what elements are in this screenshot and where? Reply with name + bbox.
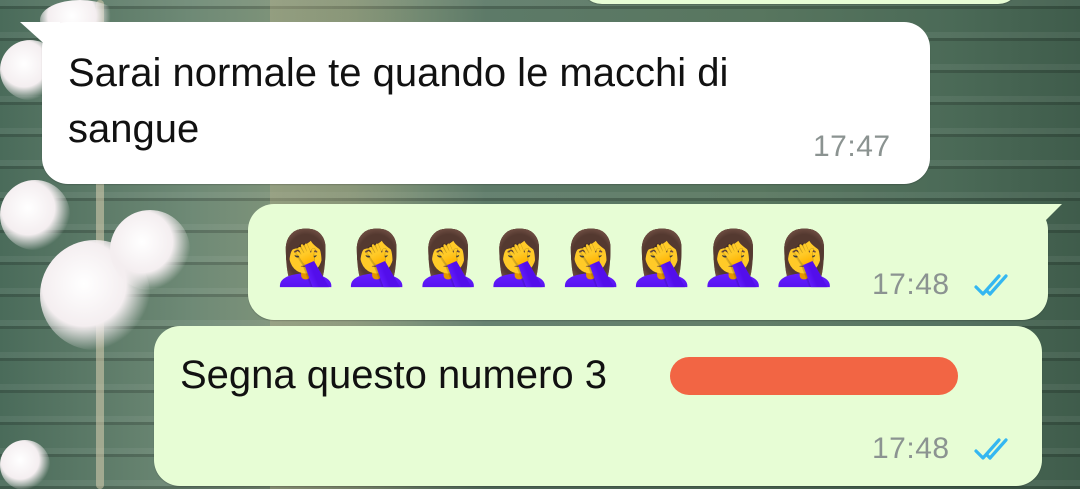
double-check-icon [974,274,1008,296]
outgoing-message-bubble[interactable]: 🤦‍♀️🤦‍♀️🤦‍♀️🤦‍♀️🤦‍♀️🤦‍♀️🤦‍♀️🤦‍♀️ 17:48 [248,204,1048,320]
outgoing-bubble-tail [1020,204,1062,242]
outgoing-message-bubble[interactable]: Segna questo numero 3 17:48 [154,326,1042,486]
message-timestamp: 17:47 [813,130,891,163]
facepalm-emoji: 🤦‍♀️ [699,226,771,289]
message-timestamp: 17:48 [872,268,950,301]
previous-message-bubble[interactable] [580,0,1020,4]
incoming-message-bubble[interactable]: Sarai normale te quando le macchi di san… [42,22,930,184]
wallpaper-blossom [0,180,70,250]
facepalm-emoji: 🤦‍♀️ [272,226,344,289]
message-text: sangue [68,107,200,151]
wallpaper-blossom [0,440,50,489]
wallpaper-blossom [110,210,190,290]
message-timestamp: 17:48 [872,432,950,465]
message-text: Sarai normale te quando le macchi di [68,51,729,95]
facepalm-emoji: 🤦‍♀️ [414,226,486,289]
facepalm-emoji-row: 🤦‍♀️🤦‍♀️🤦‍♀️🤦‍♀️🤦‍♀️🤦‍♀️🤦‍♀️🤦‍♀️ [272,228,842,288]
facepalm-emoji: 🤦‍♀️ [343,226,415,289]
facepalm-emoji: 🤦‍♀️ [770,226,842,289]
redaction-bar [670,357,958,395]
facepalm-emoji: 🤦‍♀️ [485,226,557,289]
facepalm-emoji: 🤦‍♀️ [628,226,700,289]
double-check-icon [974,438,1008,460]
incoming-bubble-tail [20,22,60,58]
facepalm-emoji: 🤦‍♀️ [557,226,629,289]
message-text: Segna questo numero 3 [180,353,607,397]
